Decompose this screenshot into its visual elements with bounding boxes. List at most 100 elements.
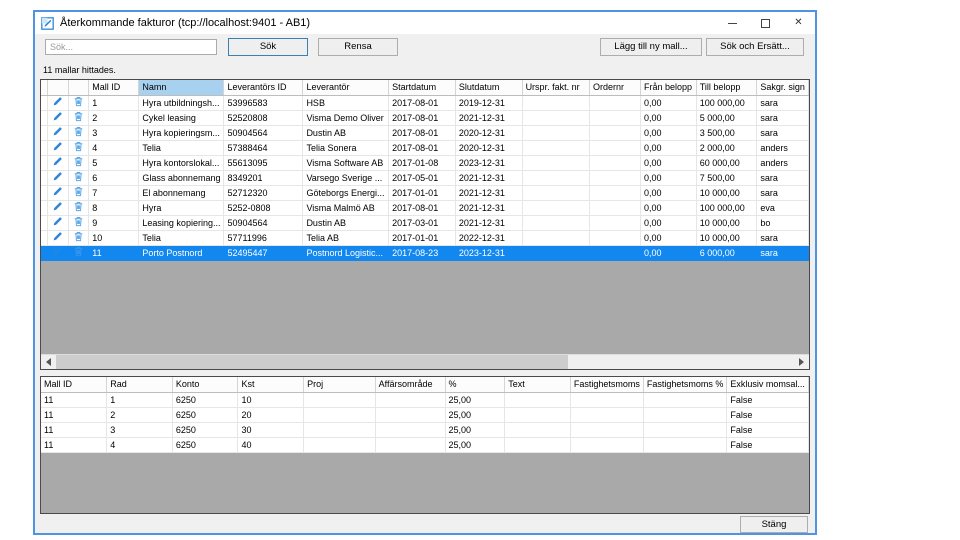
edit-row-button[interactable] (47, 230, 69, 246)
delete-row-button[interactable] (68, 200, 90, 216)
table-row[interactable]: 8 Hyra 5252-0808 Visma Malmö AB 2017-08-01 20… (41, 200, 809, 216)
column-header[interactable]: Text (504, 377, 571, 393)
delete-row-button[interactable] (68, 125, 90, 141)
trash-icon (74, 172, 83, 182)
scrollbar-thumb[interactable] (56, 354, 568, 369)
table-row[interactable]: 11 1 6250 10 25,00 False (41, 392, 809, 408)
table-row[interactable]: 4 Telia 57388464 Telia Sonera 2017-08-01 2020… (41, 140, 809, 156)
edit-row-button[interactable] (47, 215, 69, 231)
cell: 10 000,00 (696, 215, 758, 231)
scrollbar-track[interactable] (56, 354, 794, 369)
search-input[interactable] (45, 39, 217, 55)
delete-row-button[interactable] (68, 185, 90, 201)
cell: 0,00 (640, 215, 697, 231)
horizontal-scrollbar[interactable] (41, 354, 809, 369)
delete-row-button[interactable] (68, 140, 90, 156)
cell: 11 (41, 407, 108, 423)
edit-row-button[interactable] (47, 95, 69, 111)
column-header[interactable]: Fastighetsmoms (570, 377, 644, 393)
table-row[interactable]: 5 Hyra kontorslokal... 55613095 Visma Softw… (41, 155, 809, 171)
table-row[interactable]: 2 Cykel leasing 52520808 Visma Demo Oliver 2… (41, 110, 809, 126)
trash-icon (74, 142, 83, 152)
table-row[interactable]: 11 2 6250 20 25,00 False (41, 407, 809, 423)
delete-row-button[interactable] (68, 245, 90, 261)
cell: HSB (302, 95, 390, 111)
cell: 50904564 (223, 215, 304, 231)
column-header[interactable]: Exklusiv momsal... (726, 377, 809, 393)
delete-row-button[interactable] (68, 215, 90, 231)
templates-header-row[interactable]: Mall ID Namn Leverantörs ID Leverantör Start… (41, 80, 809, 96)
table-row[interactable]: 9 Leasing kopiering... 50904564 Dustin AB 20… (41, 215, 809, 231)
column-header[interactable]: Namn (138, 80, 225, 96)
column-header[interactable]: Affärsområde (375, 377, 446, 393)
edit-row-button[interactable] (47, 200, 69, 216)
table-row[interactable]: 11 4 6250 40 25,00 False (41, 437, 809, 453)
edit-row-button[interactable] (47, 170, 69, 186)
edit-row-button[interactable] (47, 185, 69, 201)
edit-row-button[interactable] (47, 140, 69, 156)
edit-row-button[interactable] (47, 245, 69, 261)
add-new-template-button[interactable]: Lägg till ny mall... (600, 38, 702, 56)
edit-row-button[interactable] (47, 155, 69, 171)
column-header[interactable]: Mall ID (41, 377, 108, 393)
column-header[interactable]: Fastighetsmoms % (643, 377, 728, 393)
scroll-left-arrow-icon[interactable] (41, 355, 56, 370)
search-and-replace-button[interactable]: Sök och Ersätt... (706, 38, 804, 56)
column-header[interactable]: Till belopp (696, 80, 758, 96)
table-row[interactable]: 11 3 6250 30 25,00 False (41, 422, 809, 438)
column-header[interactable]: Proj (303, 377, 376, 393)
column-header[interactable]: Mall ID (88, 80, 140, 96)
cell (643, 392, 728, 408)
edit-row-button[interactable] (47, 125, 69, 141)
cell: sara (756, 170, 809, 186)
cell: 2022-12-31 (455, 230, 523, 246)
minimize-button[interactable] (716, 12, 749, 34)
column-header[interactable]: Ordernr (589, 80, 642, 96)
table-row[interactable]: 10 Telia 57711996 Telia AB 2017-01-01 2022-12… (41, 230, 809, 246)
cell: 10 000,00 (696, 230, 758, 246)
cell: 2017-01-01 (388, 185, 456, 201)
delete-row-button[interactable] (68, 95, 90, 111)
cell: 2019-12-31 (455, 95, 523, 111)
column-header[interactable]: Urspr. fakt. nr (522, 80, 591, 96)
cell: 10 000,00 (696, 185, 758, 201)
column-header[interactable]: Leverantör (302, 80, 390, 96)
window-title: Återkommande fakturor (tcp://localhost:9… (60, 17, 311, 29)
cell: 11 (88, 245, 140, 261)
cell (504, 422, 571, 438)
close-button[interactable]: ✕ (782, 12, 815, 34)
scroll-right-arrow-icon[interactable] (794, 355, 809, 370)
close-window-button[interactable]: Stäng (740, 516, 808, 533)
results-count-label: 11 mallar hittades. (43, 65, 116, 75)
column-header[interactable]: Kst (237, 377, 305, 393)
clear-button[interactable]: Rensa (318, 38, 398, 56)
column-header[interactable]: Rad (106, 377, 173, 393)
delete-row-button[interactable] (68, 155, 90, 171)
column-header[interactable]: % (445, 377, 506, 393)
cell (570, 407, 644, 423)
delete-row-button[interactable] (68, 230, 90, 246)
rows-header-row[interactable]: Mall ID Rad Konto Kst Proj Affärsområde% Text F… (41, 377, 809, 393)
column-header[interactable]: Sakgr. sign (756, 80, 809, 96)
column-header[interactable]: Leverantörs ID (223, 80, 304, 96)
cell: 2017-08-01 (388, 125, 456, 141)
table-row[interactable]: 3 Hyra kopieringsm... 50904564 Dustin AB 201… (41, 125, 809, 141)
cell: 4 (88, 140, 140, 156)
table-row[interactable]: 1 Hyra utbildningsh... 53996583 HSB 2017-08-… (41, 95, 809, 111)
column-header[interactable]: Konto (172, 377, 239, 393)
trash-icon (74, 232, 83, 242)
table-row[interactable]: 6 Glass abonnemang 8349201 Varsego Sverige … (41, 170, 809, 186)
table-row[interactable]: 11 Porto Postnord 52495447 Postnord Logisti… (41, 245, 809, 261)
cell (589, 170, 642, 186)
table-row[interactable]: 7 El abonnemang 52712320 Göteborgs Energi..… (41, 185, 809, 201)
cell: sara (756, 245, 809, 261)
cell: anders (756, 140, 809, 156)
delete-row-button[interactable] (68, 110, 90, 126)
maximize-button[interactable] (749, 12, 782, 34)
edit-row-button[interactable] (47, 110, 69, 126)
column-header[interactable]: Startdatum (388, 80, 456, 96)
search-button[interactable]: Sök (228, 38, 308, 56)
column-header[interactable]: Slutdatum (455, 80, 523, 96)
column-header[interactable]: Från belopp (640, 80, 697, 96)
delete-row-button[interactable] (68, 170, 90, 186)
